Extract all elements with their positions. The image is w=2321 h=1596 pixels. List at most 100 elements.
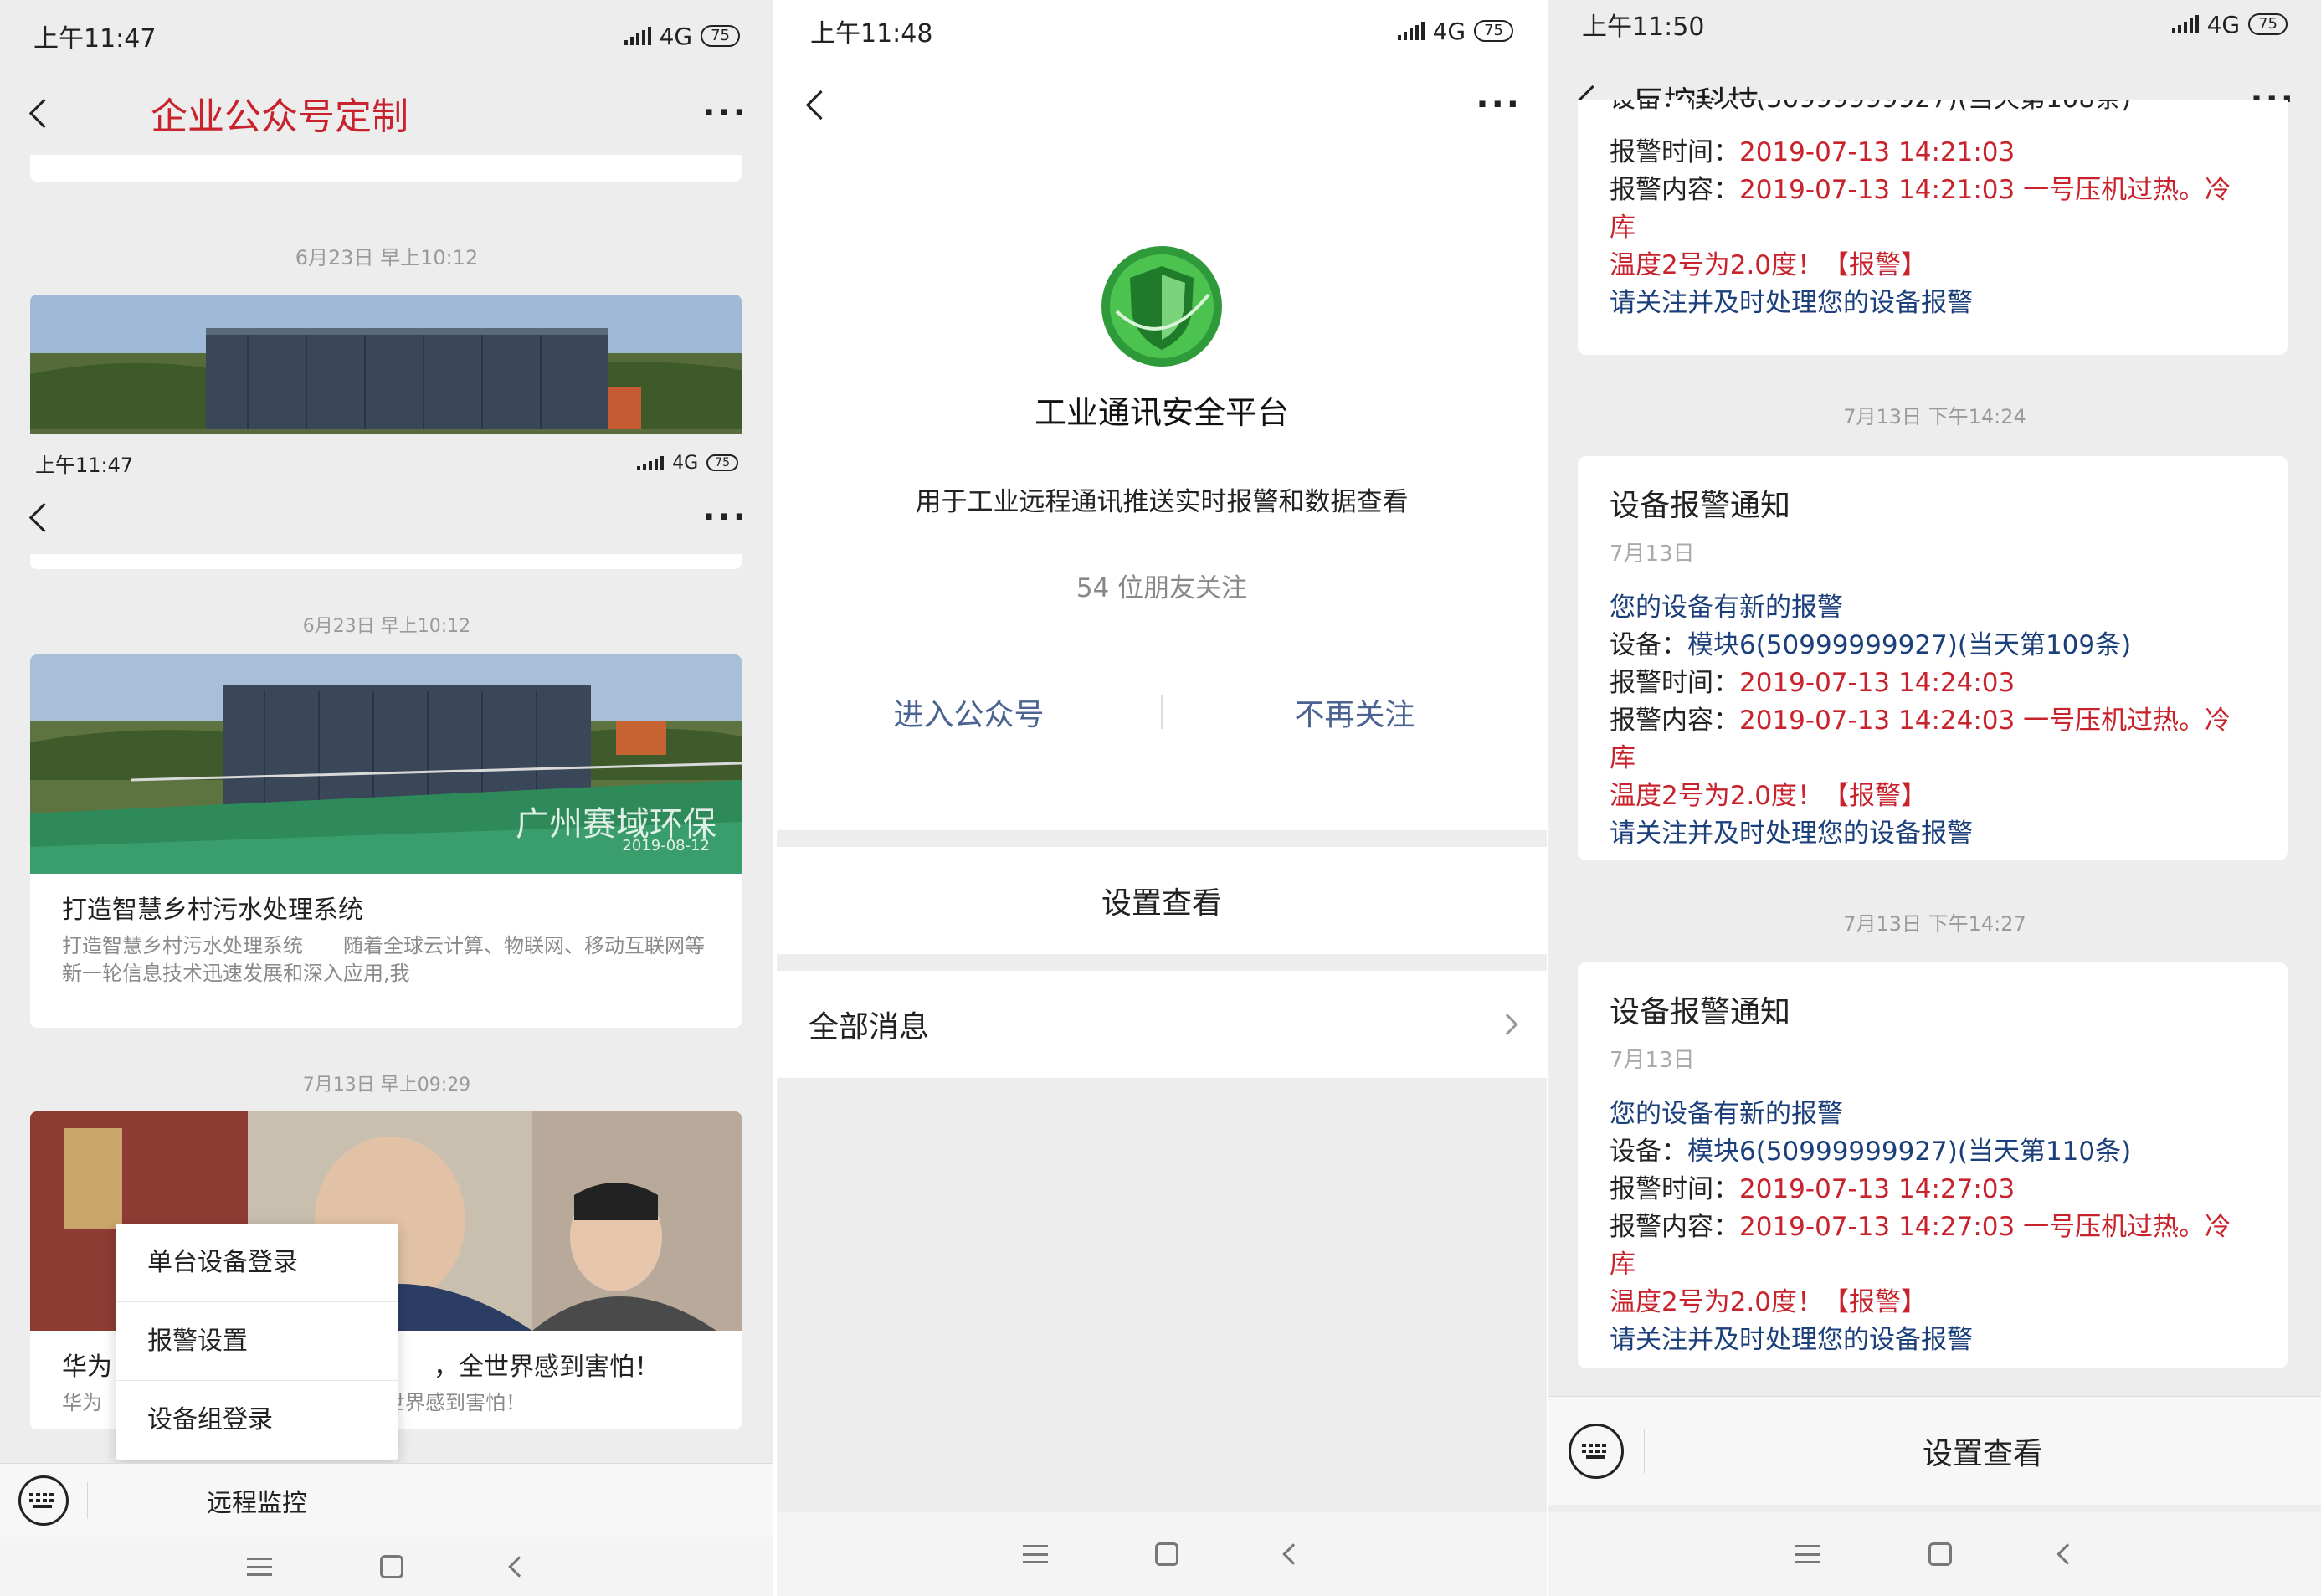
device-line: 设备：模块6(50999999927)(当天第108条) <box>1610 100 2256 118</box>
all-messages-label: 全部消息 <box>809 1010 930 1044</box>
network-type: 4G <box>1432 17 1466 45</box>
network-type: 4G <box>659 22 693 50</box>
alarm-time: 2019-07-13 14:24:03 <box>1739 668 2015 698</box>
keyboard-icon[interactable] <box>1569 1423 1624 1479</box>
screen-alarm-chat: 上午11:50 4G 75 巨控科技 ··· 设备：模块6(5099999992… <box>1548 0 2321 1596</box>
screen-account-profile: 上午11:48 4G 75 ··· 工业通讯安全平台 用于工业远程通讯推送实时报… <box>777 0 1547 1596</box>
account-description: 用于工业远程通讯推送实时报警和数据查看 <box>915 487 1409 517</box>
account-name: 工业通讯安全平台 <box>1034 394 1289 431</box>
inner-status-time: 上午11:47 <box>35 453 134 477</box>
more-icon[interactable]: ··· <box>702 498 748 536</box>
system-nav-bar <box>1548 1512 2321 1596</box>
system-back-icon[interactable] <box>1282 1543 1304 1565</box>
message-heading: 设备报警通知 <box>1610 489 1791 523</box>
article-card-stub[interactable] <box>30 155 742 182</box>
battery-icon: 75 <box>2248 13 2288 35</box>
article-photo <box>30 295 742 439</box>
recents-icon[interactable] <box>246 1558 272 1576</box>
more-icon[interactable]: ··· <box>1476 85 1522 124</box>
alarm-message-card[interactable]: 设备报警通知 7月13日 您的设备有新的报警 设备：模块6(5099999992… <box>1578 456 2288 860</box>
article-card[interactable]: 广州赛域环保 2019-08-12 打造智慧乡村污水处理系统 打造智慧乡村污水处… <box>30 654 742 1028</box>
back-icon[interactable] <box>25 96 59 130</box>
article-summary-right: 世界感到害怕！ <box>385 1391 526 1414</box>
timestamp: 6月23日 早上10:12 <box>295 246 479 269</box>
image-date: 2019-08-12 <box>622 837 710 854</box>
signal-icon <box>2171 15 2199 33</box>
shield-logo-icon <box>1100 244 1224 368</box>
message-heading: 设备报警通知 <box>1610 995 1791 1029</box>
recents-icon[interactable] <box>1795 1545 1820 1563</box>
network-type: 4G <box>672 452 699 474</box>
alarm-message-partial: 设备：模块6(50999999927)(当天第108条) 报警时间：2019-0… <box>1578 100 2288 355</box>
menu-item-device-group-login[interactable]: 设备组登录 <box>116 1381 398 1460</box>
status-bar: 上午11:50 4G 75 <box>1548 0 2321 54</box>
unfollow-button[interactable]: 不再关注 <box>1163 690 1547 734</box>
signal-icon <box>624 27 651 45</box>
network-type: 4G <box>2206 10 2241 38</box>
timestamp: 7月13日 早上09:29 <box>302 1075 471 1096</box>
page-title: 企业公众号定制 <box>151 95 408 138</box>
signal-icon <box>637 456 665 470</box>
battery-icon: 75 <box>701 25 740 47</box>
alarm-message-card[interactable]: 设备报警通知 7月13日 您的设备有新的报警 设备：模块6(5099999992… <box>1578 962 2288 1368</box>
signal-icon <box>1397 22 1425 40</box>
alarm-footer: 请关注并及时处理您的设备报警 <box>1610 1325 1973 1355</box>
message-intro: 您的设备有新的报警 <box>1610 1099 1843 1129</box>
menu-item-alarm-settings[interactable]: 报警设置 <box>116 1302 398 1381</box>
timestamp: 6月23日 早上10:12 <box>302 616 471 637</box>
system-back-icon[interactable] <box>508 1556 531 1578</box>
system-back-icon[interactable] <box>2056 1543 2078 1565</box>
device-id: 模块6(50999999927)(当天第110条) <box>1687 1137 2132 1167</box>
menu-item-single-device-login[interactable]: 单台设备登录 <box>116 1224 398 1302</box>
screen-official-account-feed: 上午11:47 4G 75 企业公众号定制 ··· 6月23日 早上10:12 … <box>0 0 773 1596</box>
status-bar: 上午11:48 4G 75 <box>777 2 1547 60</box>
chevron-right-icon <box>1497 1014 1518 1035</box>
enter-account-button[interactable]: 进入公众号 <box>777 690 1161 734</box>
battery-icon: 75 <box>1474 20 1513 42</box>
home-icon[interactable] <box>1155 1542 1178 1566</box>
status-bar: 上午11:47 4G 75 <box>0 7 773 65</box>
status-time: 上午11:47 <box>33 24 157 54</box>
bottom-menu-bar: 远程监控 <box>0 1463 773 1537</box>
message-date: 7月13日 <box>1610 541 1695 567</box>
menu-remote-monitoring[interactable]: 远程监控 <box>87 1481 426 1519</box>
alarm-time: 2019-07-13 14:21:03 <box>1739 137 2015 167</box>
article-title-left: 华为 <box>62 1352 112 1382</box>
system-nav-bar <box>0 1537 773 1596</box>
article-summary: 打造智慧乡村污水处理系统 随着全球云计算、物联网、移动互联网等新一轮信息技术迅速… <box>62 934 705 985</box>
menu-settings-view[interactable]: 设置查看 <box>1644 1429 2321 1473</box>
alarm-footer: 请关注并及时处理您的设备报警 <box>1610 288 1973 318</box>
keyboard-icon[interactable] <box>18 1475 69 1526</box>
bottom-menu-bar: 设置查看 <box>1548 1396 2321 1505</box>
battery-icon: 75 <box>706 454 738 471</box>
device-id: 模块6(50999999927)(当天第109条) <box>1687 630 2132 660</box>
nav-bar: ··· <box>777 67 1547 142</box>
back-icon[interactable] <box>802 88 835 121</box>
recents-icon[interactable] <box>1023 1545 1048 1563</box>
more-icon[interactable]: ··· <box>702 94 748 132</box>
article-title: 打造智慧乡村污水处理系统 <box>62 896 363 925</box>
system-nav-bar <box>777 1512 1547 1596</box>
all-messages-row[interactable]: 全部消息 <box>777 971 1547 1078</box>
status-time: 上午11:48 <box>810 19 933 49</box>
follower-count: 54 位朋友关注 <box>1076 573 1248 603</box>
timestamp: 7月13日 下午14:27 <box>1843 912 2026 936</box>
article-summary-left: 华为 <box>62 1391 102 1414</box>
timestamp: 7月13日 下午14:24 <box>1843 405 2026 429</box>
alarm-time: 2019-07-13 14:27:03 <box>1739 1174 2015 1204</box>
message-date: 7月13日 <box>1610 1048 1695 1073</box>
inner-nav-bar: ··· <box>0 484 773 551</box>
nav-bar: 企业公众号定制 ··· <box>0 75 773 151</box>
article-card-stub[interactable] <box>30 554 742 569</box>
settings-view-row[interactable]: 设置查看 <box>777 847 1547 954</box>
home-icon[interactable] <box>1928 1542 1952 1566</box>
back-icon[interactable] <box>25 500 59 534</box>
article-card-image[interactable] <box>30 295 742 439</box>
status-time: 上午11:50 <box>1582 13 1705 42</box>
alarm-footer: 请关注并及时处理您的设备报警 <box>1610 819 1973 849</box>
profile-actions: 进入公众号 不再关注 <box>777 690 1547 734</box>
menu-popup: 单台设备登录 报警设置 设备组登录 <box>116 1224 398 1460</box>
message-intro: 您的设备有新的报警 <box>1610 593 1843 623</box>
article-title-right: ，全世界感到害怕！ <box>434 1352 660 1382</box>
home-icon[interactable] <box>379 1555 403 1578</box>
